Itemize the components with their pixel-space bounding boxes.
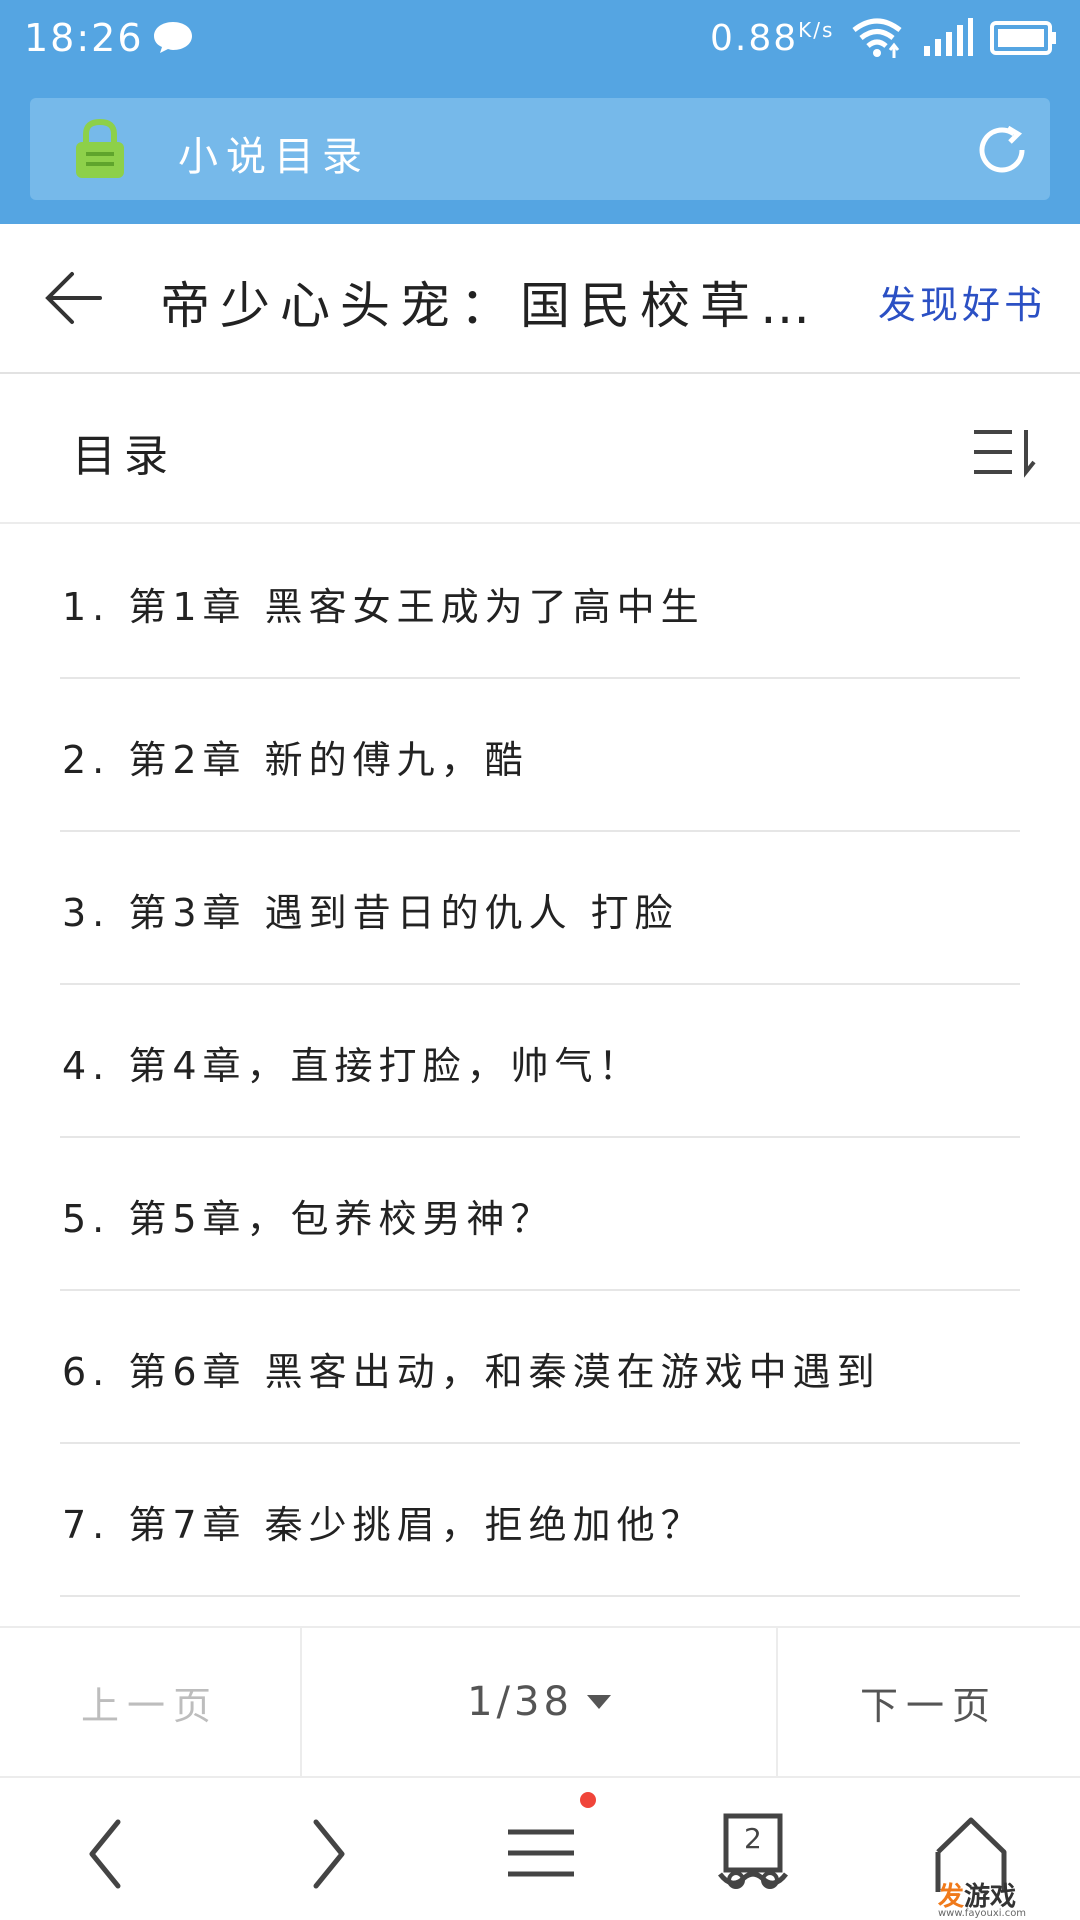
chapter-item[interactable]: 6. 第6章 黑客出动，和秦漠在游戏中遇到 xyxy=(60,1291,1020,1444)
chapter-title[interactable]: 3. 第3章 遇到昔日的仇人 打脸 xyxy=(62,882,679,937)
speed-unit: K/s xyxy=(798,18,835,42)
watermark-url: www.fayouxi.com xyxy=(938,1908,1027,1919)
chapter-item[interactable]: 2. 第2章 新的傅九，酷 xyxy=(60,679,1020,832)
chapter-title[interactable]: 7. 第7章 秦少挑眉，拒绝加他？ xyxy=(62,1494,705,1549)
page-indicator: 1/38 xyxy=(467,1679,573,1725)
prev-page-button[interactable]: 上一页 xyxy=(0,1628,302,1776)
bottom-nav: 2 发游戏 www.fayouxi.com xyxy=(0,1780,1080,1920)
tab-count: 2 xyxy=(744,1822,762,1855)
chapter-title[interactable]: 6. 第6章 黑客出动，和秦漠在游戏中遇到 xyxy=(62,1341,881,1396)
battery-icon xyxy=(990,21,1056,55)
browser-header: 18:26 0.88K/s 小说目录 xyxy=(0,0,1080,224)
toc-header: 目录 xyxy=(0,376,1080,524)
prev-page-label: 上一页 xyxy=(80,1683,219,1728)
status-bar: 18:26 0.88K/s xyxy=(0,0,1080,80)
discover-books-link[interactable]: 发现好书 xyxy=(878,274,1046,329)
chapter-item[interactable]: 4. 第4章，直接打脸，帅气！ xyxy=(60,985,1020,1138)
chapter-title[interactable]: 1. 第1章 黑客女王成为了高中生 xyxy=(62,576,705,631)
back-arrow-icon[interactable] xyxy=(44,270,104,326)
sort-icon[interactable] xyxy=(972,426,1038,478)
menu-icon[interactable] xyxy=(496,1808,586,1898)
speed-value: 0.88 xyxy=(710,18,799,59)
signal-icon xyxy=(924,18,973,56)
page-selector[interactable]: 1/38 xyxy=(302,1628,778,1776)
tabs-button[interactable]: 2 xyxy=(708,1808,798,1898)
chapter-title[interactable]: 5. 第5章，包养校男神？ xyxy=(62,1188,555,1243)
chapter-list: 1. 第1章 黑客女王成为了高中生 2. 第2章 新的傅九，酷 3. 第3章 遇… xyxy=(0,526,1080,1597)
next-page-label: 下一页 xyxy=(859,1683,998,1728)
caret-down-icon xyxy=(586,1695,611,1709)
title-bar: 帝少心头宠：国民校草… 发现好书 xyxy=(0,224,1080,374)
notification-dot xyxy=(580,1792,596,1808)
toc-label: 目录 xyxy=(72,431,176,482)
network-speed: 0.88K/s xyxy=(710,18,834,59)
message-icon xyxy=(154,22,192,53)
back-icon[interactable] xyxy=(62,1808,152,1898)
next-page-button[interactable]: 下一页 xyxy=(778,1628,1080,1776)
chapter-title[interactable]: 2. 第2章 新的傅九，酷 xyxy=(62,729,529,784)
wifi-icon xyxy=(852,18,902,58)
address-bar[interactable]: 小说目录 xyxy=(30,98,1050,200)
chapter-title[interactable]: 4. 第4章，直接打脸，帅气！ xyxy=(62,1035,643,1090)
chapter-item[interactable]: 1. 第1章 黑客女王成为了高中生 xyxy=(60,526,1020,679)
chapter-item[interactable]: 5. 第5章，包养校男神？ xyxy=(60,1138,1020,1291)
chapter-item[interactable]: 7. 第7章 秦少挑眉，拒绝加他？ xyxy=(60,1444,1020,1597)
pager: 上一页 1/38 下一页 xyxy=(0,1626,1080,1778)
lock-icon xyxy=(76,118,124,178)
refresh-icon[interactable] xyxy=(974,122,1030,178)
address-text[interactable]: 小说目录 xyxy=(178,124,370,182)
status-time: 18:26 xyxy=(24,16,144,60)
forward-icon[interactable] xyxy=(282,1808,372,1898)
book-title: 帝少心头宠：国民校草… xyxy=(160,277,820,335)
chapter-item[interactable]: 3. 第3章 遇到昔日的仇人 打脸 xyxy=(60,832,1020,985)
